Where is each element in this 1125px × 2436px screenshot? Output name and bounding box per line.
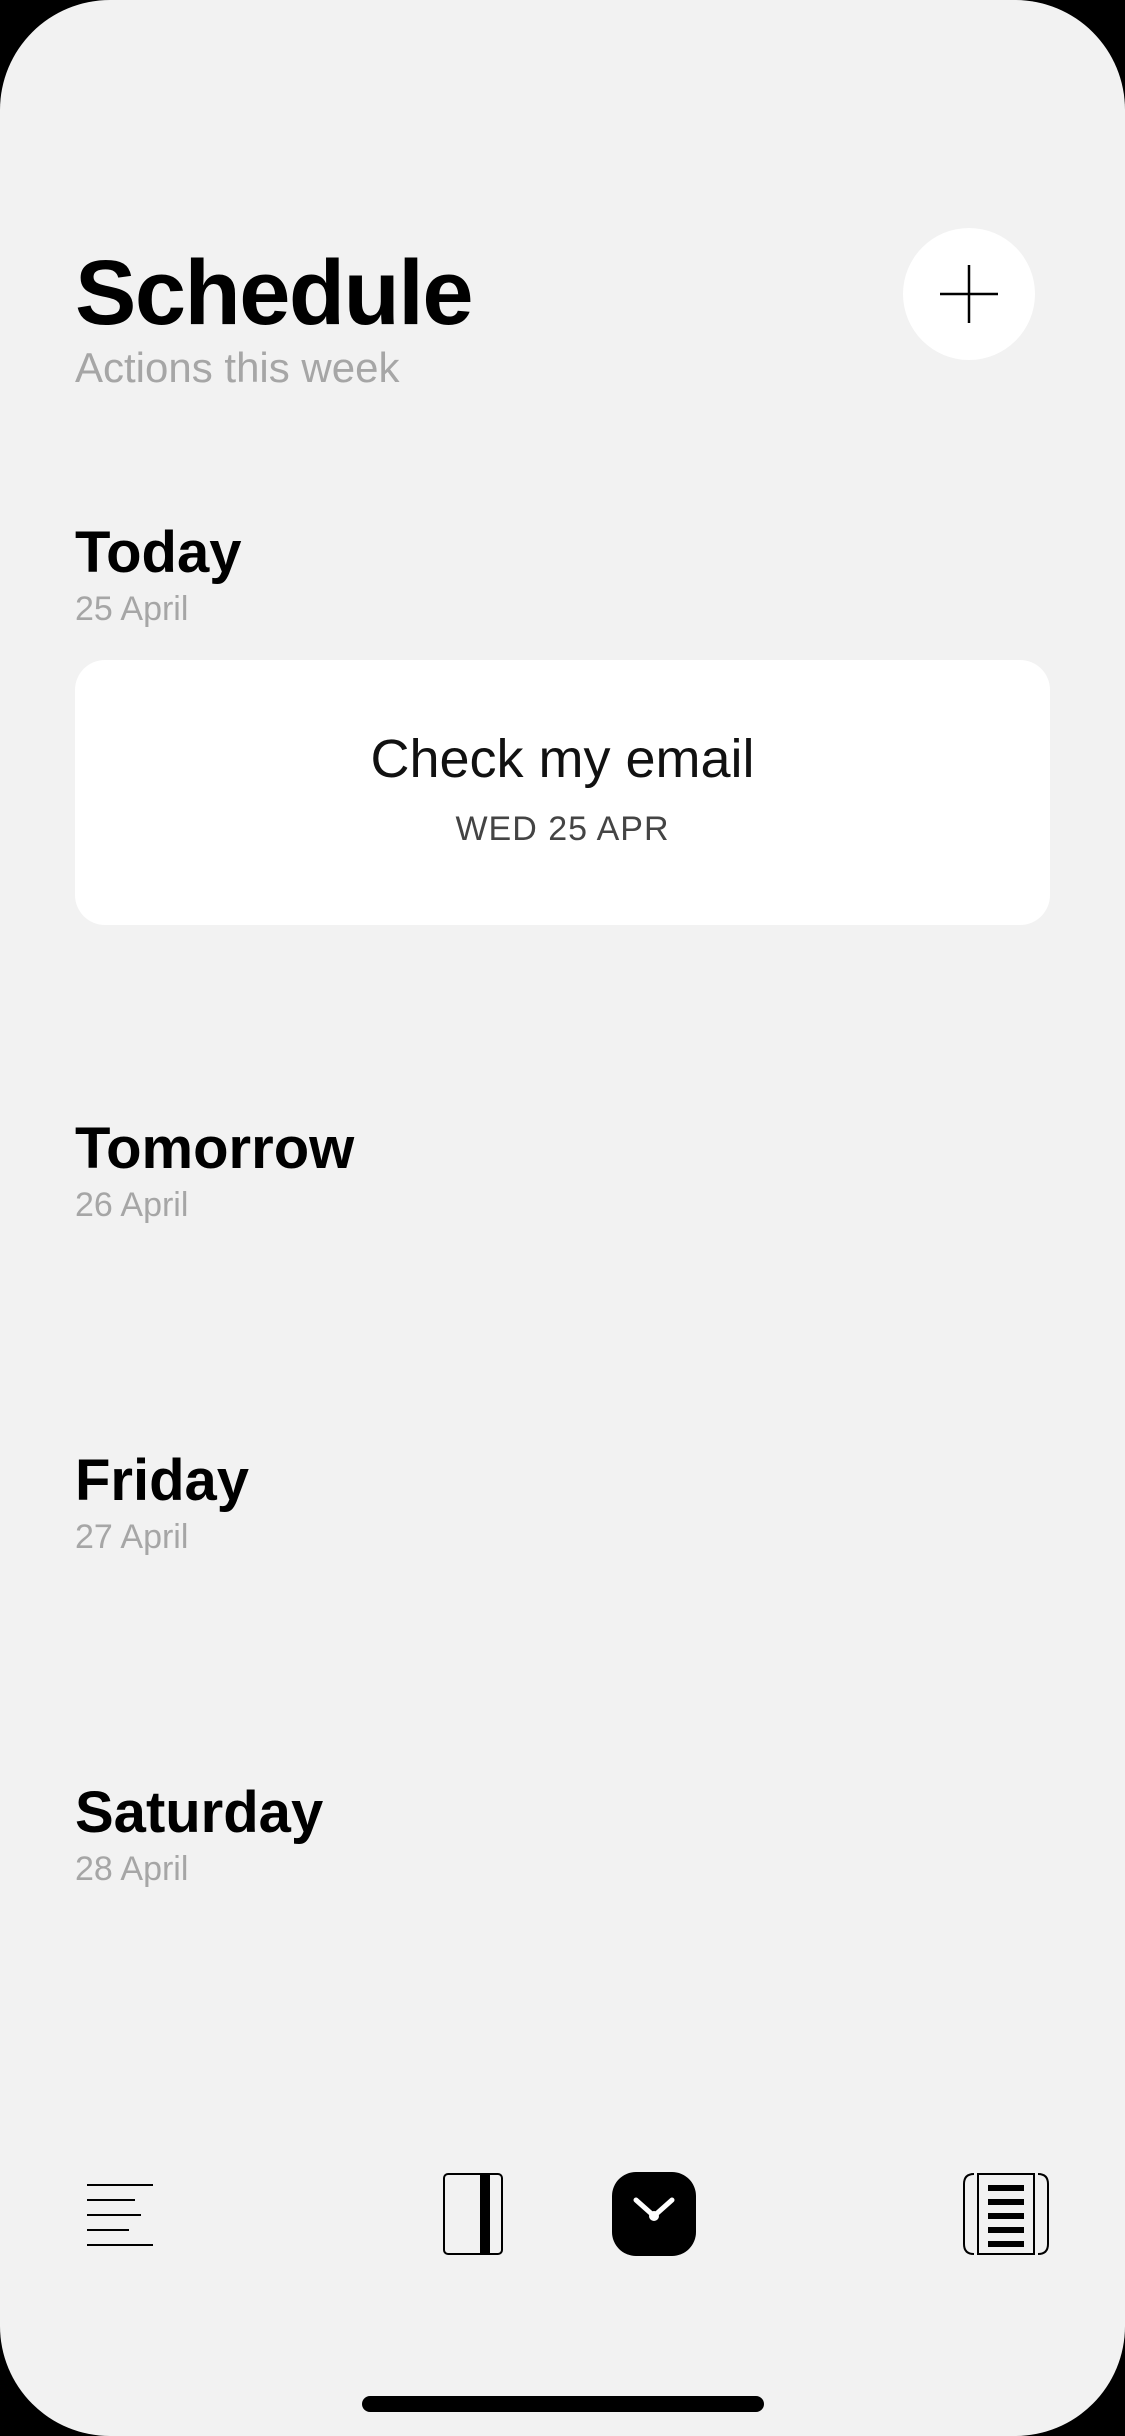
home-indicator[interactable] (362, 2396, 764, 2412)
task-title: Check my email (370, 729, 755, 789)
plus-icon (940, 265, 998, 323)
day-date-tomorrow: 26 April (75, 1186, 189, 1224)
tab-list[interactable] (84, 2180, 156, 2250)
day-date-saturday: 28 April (75, 1850, 189, 1888)
task-card[interactable]: Check my email WED 25 APR (75, 660, 1050, 925)
tab-documents[interactable] (960, 2172, 1052, 2256)
schedule-screen: Schedule Actions this week Today 25 Apri… (0, 0, 1125, 2436)
add-action-button[interactable] (903, 228, 1035, 360)
tab-notebook[interactable] (442, 2172, 504, 2256)
page-title: Schedule (75, 242, 474, 344)
day-header-saturday: Saturday (75, 1780, 324, 1845)
day-date-today: 25 April (75, 590, 189, 628)
day-header-friday: Friday (75, 1448, 250, 1513)
page-subtitle: Actions this week (75, 344, 400, 391)
day-header-tomorrow: Tomorrow (75, 1116, 355, 1181)
document-stack-icon (963, 2173, 1049, 2255)
clock-icon (633, 2197, 675, 2221)
task-date: WED 25 APR (455, 810, 670, 848)
day-date-friday: 27 April (75, 1518, 189, 1556)
tab-schedule[interactable] (612, 2172, 696, 2256)
day-header-today: Today (75, 520, 242, 585)
notebook-icon (443, 2173, 503, 2255)
list-icon (87, 2184, 153, 2246)
